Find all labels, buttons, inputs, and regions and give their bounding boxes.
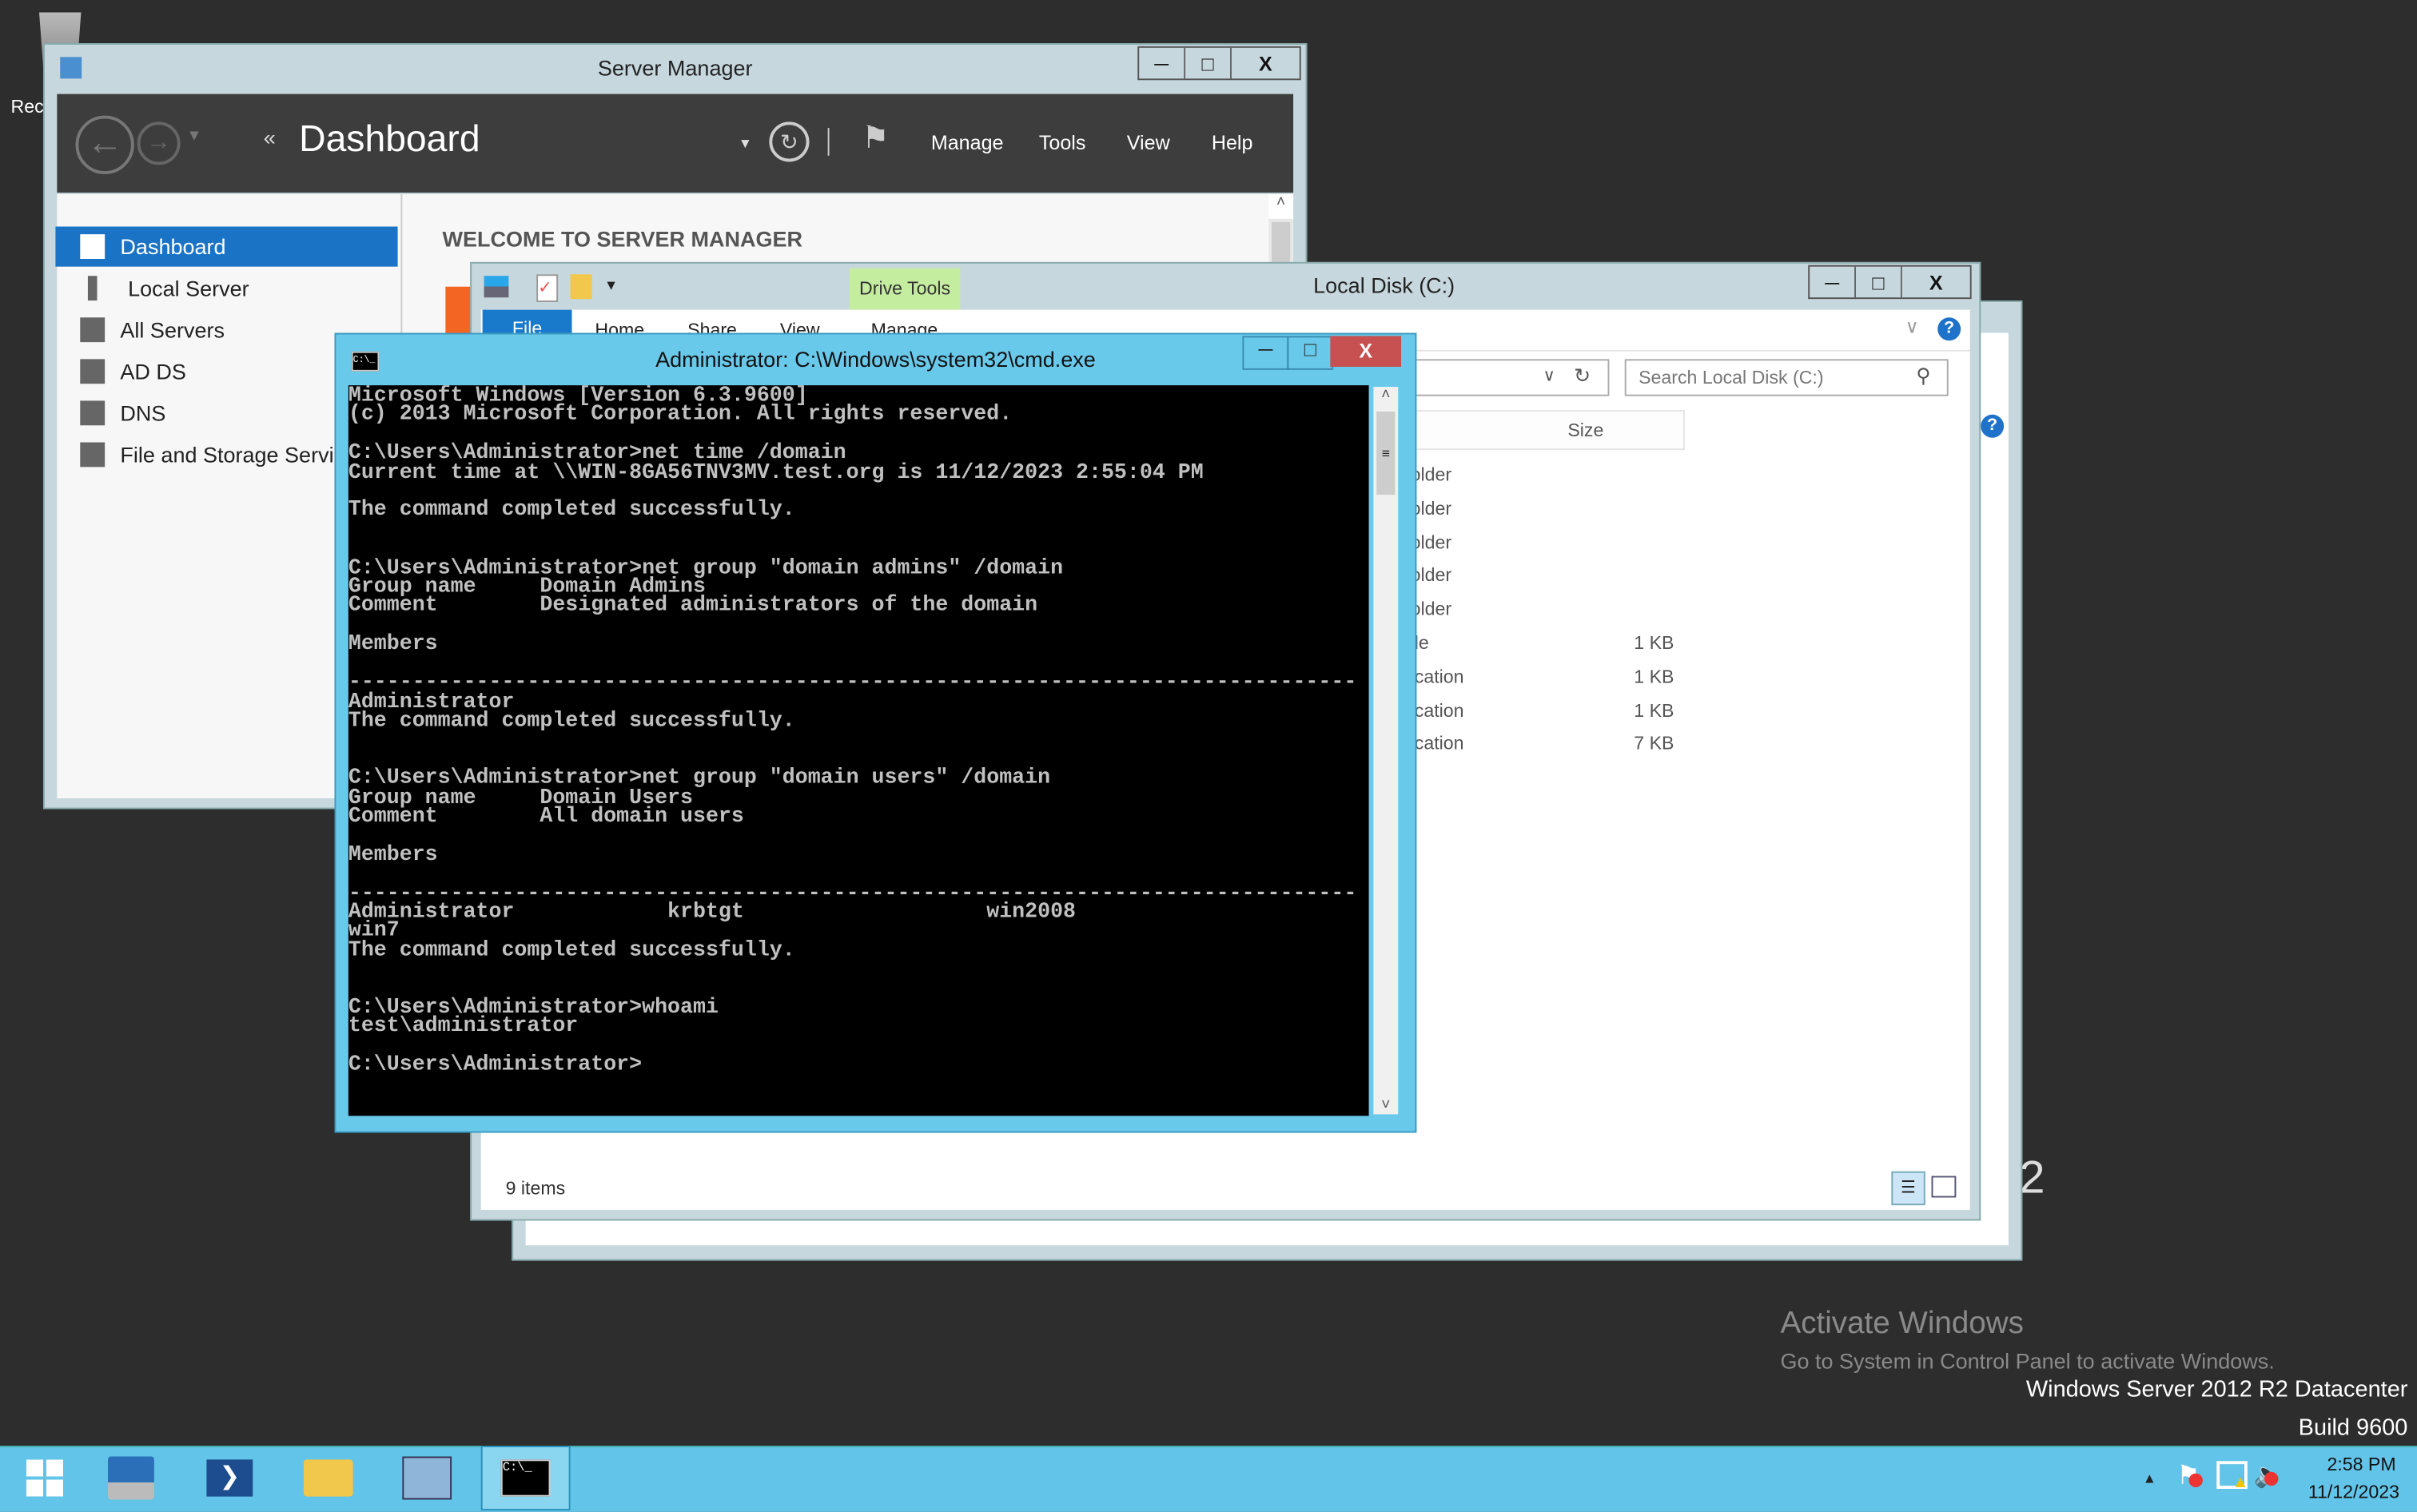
taskbar-powershell[interactable]: ❯ bbox=[185, 1446, 274, 1510]
window-title: Server Manager bbox=[597, 55, 753, 81]
file-storage-icon bbox=[80, 442, 106, 468]
status-item-count: 9 items bbox=[505, 1177, 566, 1200]
file-row[interactable]: ication 7 KB bbox=[1396, 733, 1951, 764]
file-row[interactable]: older bbox=[1396, 599, 1951, 630]
search-icon[interactable]: ⚲ bbox=[1916, 364, 1930, 388]
back-button[interactable]: ← bbox=[75, 115, 134, 174]
clock-time[interactable]: 2:58 PM bbox=[2312, 1454, 2411, 1475]
dashboard-icon bbox=[80, 234, 106, 259]
folder-icon bbox=[303, 1459, 353, 1497]
details-view-button[interactable]: ☰ bbox=[1891, 1171, 1925, 1206]
file-type: older bbox=[1410, 497, 1452, 519]
drive-tools-context-tab: Drive Tools bbox=[849, 268, 961, 310]
start-button[interactable] bbox=[0, 1446, 90, 1510]
close-button[interactable]: X bbox=[1229, 47, 1300, 79]
file-row[interactable]: ication 1 KB bbox=[1396, 666, 1951, 697]
powershell-icon: ❯ bbox=[206, 1459, 253, 1497]
close-button[interactable]: X bbox=[1330, 336, 1402, 367]
file-row[interactable]: older bbox=[1396, 464, 1951, 495]
edition-label: Windows Server 2012 R2 Datacenter bbox=[2025, 1376, 2408, 1403]
menu-tools[interactable]: Tools bbox=[1039, 131, 1086, 154]
help-icon[interactable]: ? bbox=[1981, 414, 2005, 438]
breadcrumb-chevron-icon: « bbox=[263, 125, 276, 150]
minimize-button[interactable]: ─ bbox=[1810, 267, 1854, 298]
file-row[interactable]: ile 1 KB bbox=[1396, 632, 1951, 663]
welcome-heading: WELCOME TO SERVER MANAGER bbox=[442, 226, 803, 252]
cmd-scrollbar[interactable]: ˄ ≡ ˅ bbox=[1373, 387, 1399, 1115]
sidebar-item-dashboard[interactable]: Dashboard bbox=[55, 226, 398, 267]
network-warning-icon[interactable]: ▲ bbox=[2216, 1461, 2249, 1492]
header-bar: ← → ▼ « Dashboard ▼ ↻ ⚑ Manage Tools Vie… bbox=[57, 94, 1294, 193]
drive-icon bbox=[484, 276, 509, 298]
file-type: older bbox=[1410, 598, 1452, 620]
column-header-size[interactable]: Size bbox=[1396, 409, 1685, 451]
windows-logo-icon bbox=[26, 1459, 64, 1497]
maximize-button[interactable]: □ bbox=[1184, 47, 1230, 79]
customize-quick-access-icon[interactable]: ▼ bbox=[604, 277, 618, 292]
refresh-button[interactable]: ↻ bbox=[769, 121, 810, 162]
window-title: Local Disk (C:) bbox=[1313, 273, 1455, 298]
menu-help[interactable]: Help bbox=[1212, 131, 1253, 154]
file-size: 1 KB bbox=[1634, 698, 1674, 721]
file-row[interactable]: older bbox=[1396, 531, 1951, 563]
address-bar[interactable]: ∨ ↻ bbox=[1396, 359, 1610, 396]
notifications-flag-icon[interactable]: ⚑ bbox=[862, 118, 890, 157]
divider bbox=[827, 128, 830, 156]
control-panel-icon bbox=[402, 1456, 452, 1500]
maximize-button[interactable]: □ bbox=[1854, 266, 1901, 298]
volume-muted-icon[interactable]: 🔈 bbox=[2254, 1459, 2284, 1490]
file-row[interactable]: ication 1 KB bbox=[1396, 699, 1951, 730]
file-row[interactable]: older bbox=[1396, 565, 1951, 596]
address-dropdown-icon[interactable]: ∨ bbox=[1543, 365, 1555, 385]
file-type: ication bbox=[1410, 698, 1464, 721]
server-manager-icon bbox=[107, 1456, 154, 1500]
minimize-button[interactable]: ─ bbox=[1139, 48, 1184, 79]
dns-icon bbox=[80, 400, 106, 426]
taskbar-file-explorer[interactable] bbox=[284, 1446, 373, 1510]
file-size: 1 KB bbox=[1634, 665, 1674, 687]
refresh-icon[interactable]: ↻ bbox=[1574, 364, 1591, 388]
servers-icon bbox=[80, 317, 106, 343]
show-hidden-icons-button[interactable]: ▲ bbox=[2143, 1470, 2156, 1486]
recycle-bin-label: Rec bbox=[10, 95, 44, 117]
taskbar-cmd[interactable]: C:\_ bbox=[480, 1445, 571, 1510]
ribbon-expand-icon[interactable]: ∨ bbox=[1905, 316, 1919, 337]
page-title: Dashboard bbox=[299, 118, 480, 161]
file-type: older bbox=[1410, 564, 1452, 587]
forward-button[interactable]: → bbox=[137, 121, 181, 165]
file-row[interactable]: older bbox=[1396, 498, 1951, 529]
new-folder-icon[interactable] bbox=[570, 274, 592, 300]
help-icon[interactable]: ? bbox=[1937, 317, 1961, 341]
server-icon bbox=[87, 276, 98, 301]
properties-icon[interactable]: ✓ bbox=[536, 274, 559, 302]
maximize-button[interactable]: □ bbox=[1287, 336, 1334, 370]
taskbar-control-panel[interactable] bbox=[382, 1446, 472, 1510]
build-label: Build 9600 bbox=[2298, 1415, 2408, 1442]
history-dropdown-icon[interactable]: ▼ bbox=[186, 128, 201, 145]
minimize-button[interactable]: ─ bbox=[1242, 336, 1289, 370]
menu-manage[interactable]: Manage bbox=[931, 131, 1004, 154]
ad-ds-icon bbox=[80, 359, 106, 384]
file-type: ication bbox=[1410, 732, 1464, 754]
file-type: older bbox=[1410, 464, 1452, 486]
partial-text: 2 bbox=[2019, 1152, 2045, 1204]
file-type: ication bbox=[1410, 665, 1464, 687]
console-output[interactable]: Microsoft Windows [Version 6.3.9600] (c)… bbox=[348, 385, 1369, 1116]
file-size: 1 KB bbox=[1634, 631, 1674, 654]
action-center-flag-icon[interactable]: ⚑ bbox=[2176, 1461, 2203, 1492]
menu-view[interactable]: View bbox=[1127, 131, 1170, 154]
dropdown-icon[interactable]: ▼ bbox=[739, 136, 752, 151]
close-button[interactable]: X bbox=[1900, 266, 1970, 298]
scroll-thumb[interactable]: ≡ bbox=[1376, 411, 1396, 495]
activation-title: Activate Windows bbox=[1780, 1307, 2024, 1341]
activation-text: Go to System in Control Panel to activat… bbox=[1780, 1348, 2275, 1374]
file-type: older bbox=[1410, 531, 1452, 553]
cmd-icon: C:\_ bbox=[500, 1459, 551, 1497]
search-input[interactable]: Search Local Disk (C:) ⚲ bbox=[1624, 359, 1949, 396]
taskbar-server-manager[interactable] bbox=[86, 1446, 176, 1510]
file-size: 7 KB bbox=[1634, 732, 1674, 754]
sidebar-item-local-server[interactable]: Local Server bbox=[55, 269, 397, 308]
large-icons-view-button[interactable] bbox=[1931, 1176, 1957, 1198]
clock-date[interactable]: 11/12/2023 bbox=[2297, 1481, 2411, 1502]
